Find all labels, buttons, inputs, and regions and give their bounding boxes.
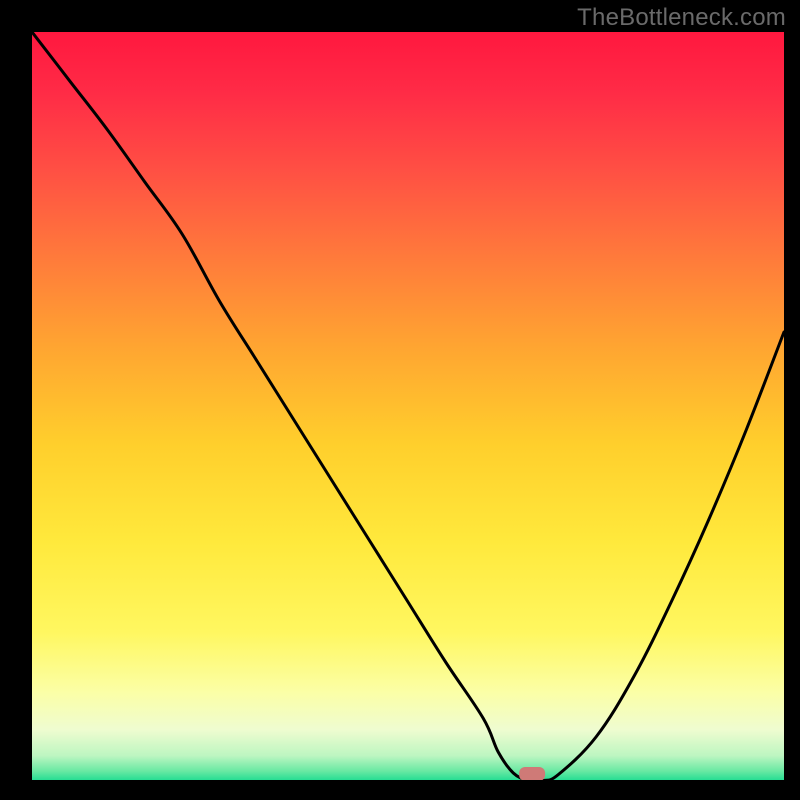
optimum-marker xyxy=(519,767,545,781)
figure: TheBottleneck.com xyxy=(0,0,800,800)
gradient-background xyxy=(32,32,784,782)
watermark-text: TheBottleneck.com xyxy=(577,4,786,32)
plot-svg xyxy=(32,32,784,782)
plot-area xyxy=(32,32,784,782)
